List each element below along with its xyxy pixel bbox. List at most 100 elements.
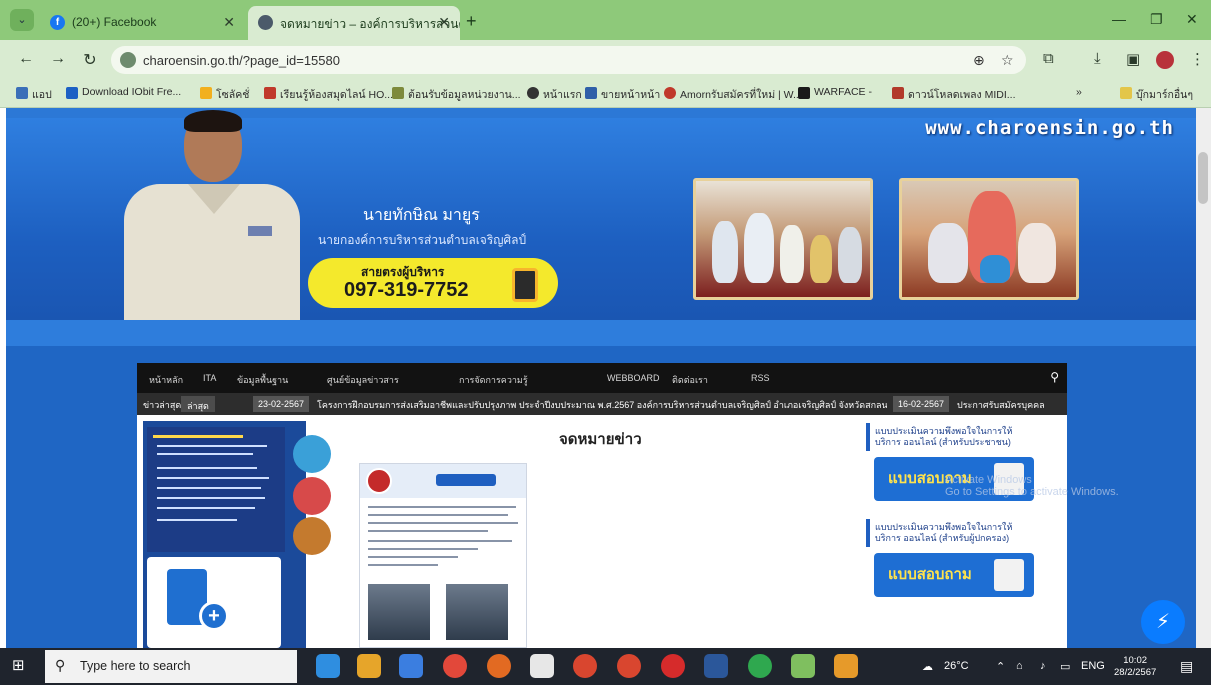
web-page: www.charoensin.go.th นายทักษิณ มายูร นาย… (6, 108, 1196, 648)
site-info-icon[interactable] (120, 52, 136, 68)
bookmark-9[interactable]: ดาวน์โหลดเพลง MIDI... (892, 86, 1016, 103)
banner-bottom-band (6, 320, 1196, 346)
tray-chevron-icon[interactable]: ⌃ (996, 660, 1005, 673)
profile-avatar[interactable] (1156, 51, 1174, 69)
bookmark-2[interactable]: โซลัคชั่ (200, 86, 249, 103)
zoom-icon[interactable]: ⊕ (973, 52, 985, 69)
tablet-icon (994, 559, 1024, 591)
bookmark-6[interactable]: ขายหน้าหน้า (585, 86, 660, 103)
restore-icon[interactable]: ❐ (1150, 11, 1163, 28)
nav-info[interactable]: ข้อมูลพื้นฐาน (237, 373, 288, 387)
newsletter-document[interactable] (359, 463, 527, 648)
bookmark-8[interactable]: WARFACE - (798, 86, 872, 99)
survey-button[interactable]: แบบสอบถาม (874, 553, 1034, 597)
ticker-headline[interactable]: ประกาศรับสมัครบุคคล (957, 398, 1045, 412)
word-icon[interactable] (704, 654, 728, 678)
tab-search-button[interactable]: ⌄ (10, 9, 34, 31)
weather-temp[interactable]: 26°C (944, 660, 969, 672)
bookmark-icon (527, 87, 539, 99)
weather-icon[interactable]: ☁ (922, 660, 933, 673)
bookmark-icon (392, 87, 404, 99)
windows-start-icon[interactable]: ⊞ (12, 656, 25, 674)
executive-title: นายกองค์การบริหารส่วนตำบลเจริญศิลป์ (318, 233, 527, 247)
messenger-icon[interactable]: ⚡ (1141, 600, 1185, 644)
bookmark-icon (664, 87, 676, 99)
emblem-icon (293, 477, 331, 515)
site-search-icon[interactable]: ⚲ (1050, 370, 1059, 384)
menu-icon[interactable]: ⋮ (1190, 50, 1205, 68)
close-tab-icon[interactable]: ✕ (438, 14, 450, 31)
photos-icon[interactable] (834, 654, 858, 678)
minimize-icon[interactable]: — (1112, 11, 1126, 27)
extensions-icon[interactable]: ⧉ (1043, 50, 1054, 67)
left-sidebar: + (143, 421, 331, 648)
shield-plus-icon: + (199, 601, 229, 631)
close-window-icon[interactable]: ✕ (1186, 11, 1198, 28)
mail-icon[interactable] (399, 654, 423, 678)
app-icon[interactable] (573, 654, 597, 678)
download-icon[interactable]: ⤓ (1094, 50, 1101, 67)
nav-rss[interactable]: RSS (751, 373, 770, 383)
reload-icon[interactable]: ↻ (80, 50, 100, 70)
store-icon[interactable] (530, 654, 554, 678)
activate-windows-watermark: Activate Windows Go to Settings to activ… (945, 474, 1119, 498)
ticker-label: ข่าวล่าสุด (143, 400, 182, 410)
bookmark-3[interactable]: เรียนรู้ห้องสมุดไลน์ HO... (264, 86, 393, 103)
opera-icon[interactable] (661, 654, 685, 678)
ticker-headline[interactable]: โครงการฝึกอบรมการส่งเสริมอาชีพและปรับปรุ… (317, 398, 887, 412)
survey-title: แบบประเมินความพึงพอใจในการให้บริการ ออนไ… (866, 423, 1038, 451)
page-title: จดหมายข่าว (559, 431, 642, 448)
bookmark-4[interactable]: ต้อนรับข้อมูลหน่วยงาน... (392, 86, 521, 103)
seal-icon (366, 468, 392, 494)
news-photo (446, 584, 508, 640)
executive-photo (118, 108, 303, 320)
back-icon[interactable]: ← (16, 50, 36, 68)
other-bookmarks[interactable]: บุ๊กมาร์กอื่นๆ (1120, 86, 1193, 103)
line-icon[interactable] (748, 654, 772, 678)
tab-facebook[interactable]: f (20+) Facebook ✕ (40, 6, 245, 40)
ticker-date: 16-02-2567 (893, 396, 950, 412)
battery-icon[interactable]: ▭ (1060, 660, 1070, 673)
nav-news-center[interactable]: ศูนย์ข้อมูลข่าวสาร (327, 373, 399, 387)
close-tab-icon[interactable]: ✕ (223, 14, 235, 31)
new-tab-icon[interactable]: + (466, 11, 477, 32)
bookmark-iobit[interactable]: Download IObit Fre... (66, 86, 181, 99)
url-text[interactable]: charoensin.go.th/?page_id=15580 (143, 53, 340, 68)
clock[interactable]: 10:02 28/2/2567 (1114, 655, 1156, 679)
facebook-icon: f (50, 15, 65, 30)
notification-icon[interactable]: ▤ (1180, 658, 1193, 675)
tab-newsletter[interactable]: จดหมายข่าว – องค์การบริหารส่วนต… ✕ (248, 6, 460, 40)
bookmark-7[interactable]: Amornรับสมัครที่ใหม่ | W... (664, 86, 802, 103)
edge-icon[interactable] (316, 654, 340, 678)
nav-contact[interactable]: ติดต่อเรา (672, 373, 708, 387)
tab-title: (20+) Facebook (72, 15, 157, 29)
site-favicon-icon (258, 15, 273, 30)
clock-date: 28/2/2567 (1114, 667, 1157, 678)
nav-knowledge[interactable]: การจัดการความรู้ (459, 373, 528, 387)
forward-icon[interactable]: → (48, 50, 68, 68)
app-icon[interactable] (617, 654, 641, 678)
bookmark-icon (798, 87, 810, 99)
news-photo (368, 584, 430, 640)
bookmarks-overflow-icon[interactable]: » (1076, 86, 1082, 98)
language-indicator[interactable]: ENG (1081, 660, 1105, 672)
clock-time: 10:02 (1123, 655, 1148, 666)
folder-icon (1120, 87, 1132, 99)
chrome-active-icon[interactable] (791, 654, 815, 678)
scrollbar-thumb[interactable] (1198, 152, 1208, 204)
bookmark-apps[interactable]: แอป (16, 86, 52, 103)
nav-webboard[interactable]: WEBBOARD (607, 373, 660, 383)
emblem-icon (293, 435, 331, 473)
nav-ita[interactable]: ITA (203, 373, 216, 383)
bookmark-icon (200, 87, 212, 99)
volume-icon[interactable]: ♪ (1040, 660, 1046, 672)
firefox-icon[interactable] (487, 654, 511, 678)
nav-home[interactable]: หน้าหลัก (149, 373, 183, 387)
bookmark-star-icon[interactable]: ☆ (1001, 52, 1014, 69)
bookmark-5[interactable]: หน้าแรก (527, 86, 582, 103)
file-explorer-icon[interactable] (357, 654, 381, 678)
chrome-icon[interactable] (443, 654, 467, 678)
sidepanel-icon[interactable]: ▣ (1126, 50, 1140, 68)
network-icon[interactable]: ⌂ (1016, 660, 1023, 672)
bookmark-icon (264, 87, 276, 99)
